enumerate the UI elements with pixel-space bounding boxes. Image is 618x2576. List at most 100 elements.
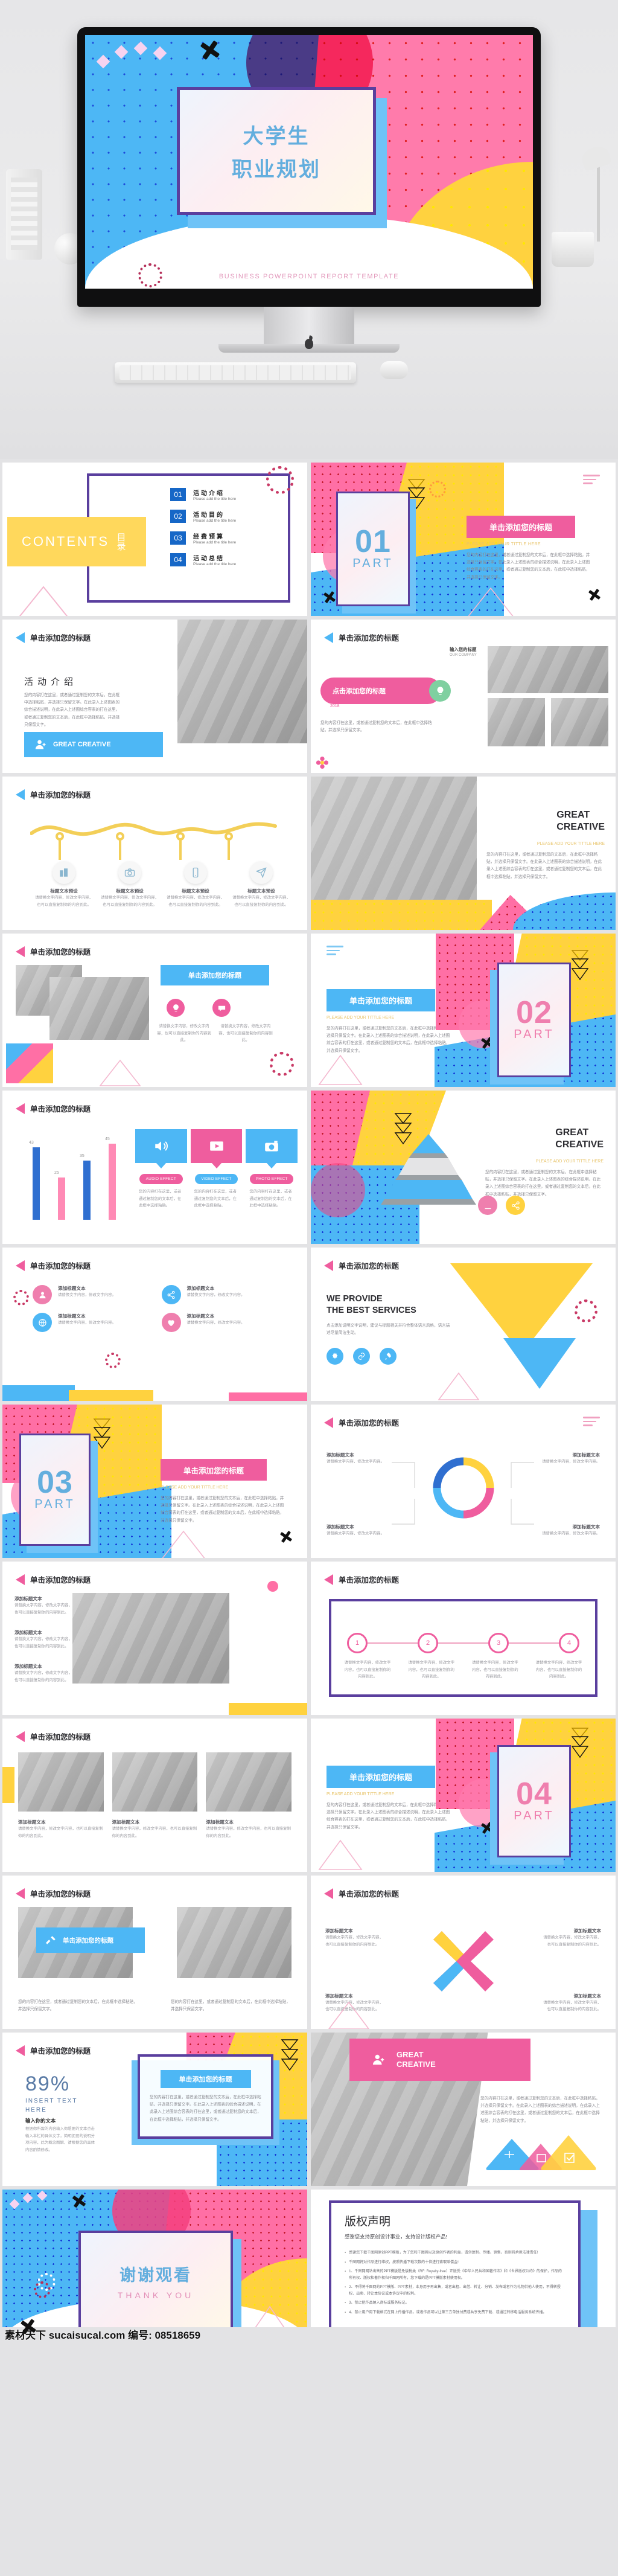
- text-block[interactable]: 添加标题文本 请替换文字内容，修改文字内容，也可以直接复制你的内容到此。: [14, 1663, 72, 1684]
- process-step[interactable]: 1: [347, 1633, 368, 1653]
- slide-company[interactable]: 单击添加您的标题 输入您的标题 OUR COMPANY 点击添加您的标题 201…: [311, 620, 616, 773]
- slide-part-02[interactable]: 单击添加您的标题 PLEASE ADD YOUR TITTLE HERE 您的内…: [311, 934, 616, 1087]
- step-title: 标题文本预设: [247, 888, 275, 894]
- slide-timeline[interactable]: 单击添加您的标题 标题文本预设 请替换文字内容，修改文字内容，也可以直接复制你的…: [2, 777, 307, 930]
- legal-item: ▪ 千图网将对作品进行维权，按照传播下载次数的十倍进行索取赔偿金!: [345, 2260, 565, 2266]
- dotted-circle-decor: [429, 481, 446, 498]
- memphis-yellow-decor: [2, 1767, 14, 1803]
- caption-title: 添加标题文本: [206, 1819, 234, 1825]
- slide-pyramid[interactable]: GREAT CREATIVE PLEASE ADD YOUR TITTLE HE…: [311, 1091, 616, 1244]
- cross-label[interactable]: 添加标题文本 请替换文字内容，修改文字内容，也可以直接复制你的内容到此。: [541, 1993, 601, 2013]
- step-title: 标题文本预设: [116, 888, 144, 894]
- slide-photo-banner[interactable]: 单击添加您的标题 单击添加您的标题 您的内容打在这里，或者通过复制您的文本后，在…: [2, 1876, 307, 2029]
- timeline-step[interactable]: 标题文本预设 请替换文字内容，修改文字内容，也可以直接复制你的内容到此。: [34, 861, 94, 908]
- photo-desk-phone: [177, 620, 307, 743]
- media-card[interactable]: PHOTO EFFECT 您的内容打在这里，或者通过复制您的文本后，在此框中选择…: [246, 1129, 298, 1210]
- label-title: 添加标题文本: [572, 1452, 600, 1458]
- contents-label-en: CONTENTS: [22, 534, 109, 549]
- slide-title-row: 单击添加您的标题: [16, 946, 91, 957]
- triangle-marker-icon: [16, 1103, 25, 1114]
- slide-title-row: 单击添加您的标题: [16, 1731, 91, 1742]
- slide-copyright[interactable]: 版权声明 感谢您支持原创设计事业，支持设计版权产品! ▪ 感谢您下载千图网原创PP…: [311, 2190, 616, 2343]
- slide-title: 单击添加您的标题: [339, 1890, 400, 1898]
- media-card[interactable]: VIDEO EFFECT 您的内容打在这里，或者通过复制您的文本后，在此框中选择…: [190, 1129, 243, 1210]
- part-label: PART: [34, 1498, 75, 1511]
- part-number: 01: [355, 524, 391, 559]
- part-label: PART: [514, 1809, 555, 1823]
- contents-item-02[interactable]: 02 活动目的 Please add the title here: [170, 510, 236, 523]
- slide-stat[interactable]: 单击添加您的标题 89% INSERT TEXT HERE 输入你的文本 根据你…: [2, 2033, 307, 2186]
- great-creative-sub: PLEASE ADD YOUR TITTLE HERE: [537, 842, 605, 846]
- thanks-en: THANK YOU: [117, 2290, 194, 2300]
- triangle-stack-decor: [281, 2039, 299, 2071]
- slide-part-04[interactable]: 单击添加您的标题 PLEASE ADD YOUR TITTLE HERE 您的内…: [311, 1719, 616, 1872]
- slide-great-creative-pink[interactable]: GREAT CREATIVE 您的内容打在这里，或者通过复制您的文本后，在此框中…: [311, 2033, 616, 2186]
- part-card: 04 PART: [497, 1745, 571, 1857]
- icon-grid-item[interactable]: 添加标题文本 请替换文字内容，修改文字内容。: [161, 1285, 278, 1304]
- company-pill: 点击添加您的标题: [320, 678, 441, 704]
- icon-grid-item[interactable]: 添加标题文本 请替换文字内容，修改文字内容。: [161, 1313, 278, 1332]
- tools-banner: 单击添加您的标题: [36, 1927, 145, 1953]
- cycle-label[interactable]: 添加标题文本 请替换文字内容，修改文字内容。: [327, 1452, 392, 1466]
- slide-icon-grid[interactable]: 单击添加您的标题 添加标题文本 请替换文字内容，修改文字内容。 添加标题文本 请…: [2, 1248, 307, 1401]
- cross-label[interactable]: 添加标题文本 请替换文字内容，修改文字内容，也可以直接复制你的内容到此。: [325, 1927, 386, 1948]
- slide-title-row: 单击添加您的标题: [16, 1888, 91, 1899]
- great-creative-title: GREAT CREATIVE: [556, 809, 605, 833]
- text-block[interactable]: 添加标题文本 请替换文字内容，修改文字内容，也可以直接复制你的内容到此。: [14, 1595, 72, 1616]
- photo-row: [18, 1752, 292, 1812]
- process-step[interactable]: 4: [559, 1633, 579, 1653]
- globe-icon: [33, 1313, 52, 1332]
- slide-part-01[interactable]: 01 PART 单击添加您的标题 PLEASE ADD YOUR TITTLE …: [311, 463, 616, 616]
- timeline-step[interactable]: 标题文本预设 请替换文字内容，修改文字内容，也可以直接复制你的内容到此。: [231, 861, 291, 908]
- hamburger-icon[interactable]: [583, 1417, 600, 1429]
- cycle-label[interactable]: 添加标题文本 请替换文字内容，修改文字内容。: [535, 1523, 600, 1537]
- text-block[interactable]: 添加标题文本 请替换文字内容，修改文字内容，也可以直接复制你的内容到此。: [14, 1629, 72, 1650]
- process-step[interactable]: 2: [418, 1633, 438, 1653]
- contents-list: 01 活动介绍 Please add the title here 02 活动目…: [170, 488, 236, 566]
- slide-cycle-diagram[interactable]: 单击添加您的标题 添加标题文本 请替换文字内容，修改文字内容。 添加标题文本 请…: [311, 1405, 616, 1558]
- slide-title-row: 单击添加您的标题: [16, 1574, 91, 1585]
- title-line-2: CREATIVE: [555, 1139, 604, 1150]
- hamburger-icon[interactable]: [327, 946, 343, 958]
- slide-thank-you[interactable]: 谢谢观看 THANK YOU BUSINESS POWERPOINT REPOR…: [2, 2190, 307, 2343]
- contents-item-04[interactable]: 04 活动总结 Please add the title here: [170, 553, 236, 566]
- media-pill: VIDEO EFFECT: [194, 1174, 238, 1184]
- cover-subtitle: BUSINESS POWERPOINT REPORT TEMPLATE: [218, 273, 400, 280]
- cycle-label[interactable]: 添加标题文本 请替换文字内容，修改文字内容。: [535, 1452, 600, 1466]
- process-step[interactable]: 3: [488, 1633, 509, 1653]
- slide-great-creative-photo[interactable]: GREAT CREATIVE PLEASE ADD YOUR TITTLE HE…: [311, 777, 616, 930]
- download-icon[interactable]: [478, 1196, 497, 1215]
- timeline-step[interactable]: 标题文本预设 请替换文字内容，修改文字内容，也可以直接复制你的内容到此。: [100, 861, 160, 908]
- stat-desc: 根据你所需的内容输入你想要的文本点击输入本栏的具体文字，简明扼要的说明分项内容，…: [25, 2127, 95, 2152]
- slide-title-row: 单击添加您的标题: [324, 632, 399, 643]
- share-icon[interactable]: [506, 1196, 525, 1215]
- pyramid-buttons: [478, 1196, 525, 1215]
- cycle-label[interactable]: 添加标题文本 请替换文字内容，修改文字内容。: [327, 1523, 392, 1537]
- hamburger-icon[interactable]: [583, 475, 600, 487]
- contents-item-03[interactable]: 03 经费预算 Please add the title here: [170, 531, 236, 545]
- slide-three-photos[interactable]: 单击添加您的标题 添加标题文本 请替换文字内容，修改文字内容，也可以直接复制你的…: [2, 1719, 307, 1872]
- timeline-step[interactable]: 标题文本预设 请替换文字内容，修改文字内容，也可以直接复制你的内容到此。: [165, 861, 226, 908]
- slide-contents[interactable]: CONTENTS 目录 01 活动介绍 Please add the title…: [2, 463, 307, 616]
- slide-services[interactable]: 单击添加您的标题 WE PROVIDE THE BEST SERVICES 点击…: [311, 1248, 616, 1401]
- icon-grid-item[interactable]: 添加标题文本 请替换文字内容，修改文字内容。: [33, 1313, 148, 1332]
- gear-icon[interactable]: [327, 1348, 343, 1365]
- slide-two-images[interactable]: 单击添加您的标题 单击添加您的标题 请替换文字内容，修改文字内容，也可以直接复制…: [2, 934, 307, 1087]
- link-icon[interactable]: [353, 1348, 370, 1365]
- slide-activity-intro[interactable]: 单击添加您的标题 活动介绍 您的内容打在这里，或者通过复制您的文本后，在此框中选…: [2, 620, 307, 773]
- slide-photo-blocks[interactable]: 单击添加您的标题 添加标题文本 请替换文字内容，修改文字内容，也可以直接复制你的…: [2, 1562, 307, 1715]
- icon-grid-item[interactable]: 添加标题文本 请替换文字内容，修改文字内容。: [33, 1285, 148, 1304]
- media-card[interactable]: AUDIO EFFECT 您的内容打在这里，或者通过复制您的文本后，在此框中选择…: [135, 1129, 187, 1210]
- process-caption: 请替换文字内容，修改文字内容，也可以直接复制你的内容到此。: [408, 1661, 454, 1679]
- body-right: 您的内容打在这里，或者通过复制您的文本后，在此框中选择粘贴，并选择只保留文字。: [171, 1999, 290, 2011]
- contents-item-01[interactable]: 01 活动介绍 Please add the title here: [170, 488, 236, 501]
- cross-label[interactable]: 添加标题文本 请替换文字内容，修改文字内容，也可以直接复制你的内容到此。: [541, 1927, 601, 1948]
- slide-cross-diagram[interactable]: 单击添加您的标题 添加标题文本 请替换文字内容，修改文字内容，也可以直接复制你的…: [311, 1876, 616, 2029]
- slide-part-03[interactable]: 03 PART 单击添加您的标题 PLEASE ADD YOUR TITTLE …: [2, 1405, 307, 1558]
- block-text: 请替换文字内容，修改文字内容，也可以直接复制你的内容到此。: [14, 1637, 72, 1648]
- rocket-icon[interactable]: [380, 1348, 397, 1365]
- slide-bar-chart[interactable]: 单击添加您的标题 43 25 35 45 AUDIO EFFECT 您的内容打在…: [2, 1091, 307, 1244]
- camera-icon: [246, 1129, 298, 1168]
- memphis-pink-strip: [229, 1392, 307, 1401]
- slide-process-steps[interactable]: 单击添加您的标题 1 2 3 4 请替换文字内容，修改文字内容，也可以直接复制你…: [311, 1562, 616, 1715]
